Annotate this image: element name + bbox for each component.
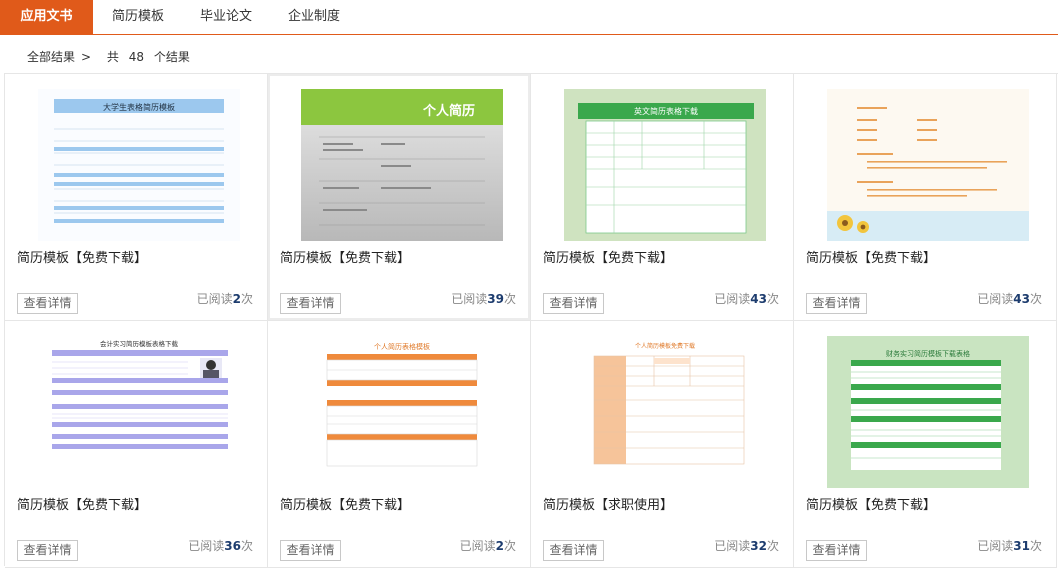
result-suffix: 个结果 xyxy=(153,50,190,64)
read-count: 已阅读43次 xyxy=(977,292,1042,306)
read-count: 已阅读2次 xyxy=(196,292,253,306)
thumb-title: 个人简历模板免费下载 xyxy=(635,342,695,350)
card-title[interactable]: 简历模板【免费下载】 xyxy=(17,247,147,266)
thumb-title: 大学生表格简历模板 xyxy=(103,102,175,112)
tab-graduation-thesis[interactable]: 毕业论文 xyxy=(188,0,264,34)
card-title[interactable]: 简历模板【免费下载】 xyxy=(280,494,410,513)
card-title[interactable]: 简历模板【免费下载】 xyxy=(17,494,147,513)
view-details-button[interactable]: 查看详情 xyxy=(806,540,867,561)
card-title[interactable]: 简历模板【免费下载】 xyxy=(280,247,410,266)
thumbnail[interactable]: 大学生表格简历模板 xyxy=(38,89,240,241)
card-title[interactable]: 简历模板【免费下载】 xyxy=(806,247,936,266)
result-card[interactable]: 会计实习简历模板表格下载 简历模板【免费下载】 查看详情 已阅读36次 xyxy=(5,321,268,568)
result-card[interactable]: 简历模板【免费下载】 查看详情 已阅读43次 xyxy=(794,74,1057,321)
tab-resume-templates[interactable]: 简历模板 xyxy=(100,0,176,34)
thumb-title: 个人简历表格模板 xyxy=(374,342,430,351)
view-details-button[interactable]: 查看详情 xyxy=(543,540,604,561)
results-grid: 大学生表格简历模板 简历模板【免费下载】 查看详情 已阅读2次 个人简历 简历模… xyxy=(4,73,1058,568)
breadcrumb: 全部结果 > 共 48 个结果 xyxy=(27,48,196,66)
thumbnail[interactable] xyxy=(827,89,1029,241)
thumbnail[interactable]: 个人简历模板免费下载 xyxy=(564,336,766,488)
card-title[interactable]: 简历模板【免费下载】 xyxy=(543,247,673,266)
result-card[interactable]: 个人简历表格模板 简历模板【免费下载】 查看详情 已阅读2次 xyxy=(268,321,531,568)
thumbnail[interactable]: 财务实习简历模板下载表格 xyxy=(827,336,1029,488)
tab-application-docs[interactable]: 应用文书 xyxy=(0,0,93,34)
result-card[interactable]: 个人简历模板免费下载 简历模板【求职使用】 查看详情 已阅读32次 xyxy=(531,321,794,568)
result-card[interactable]: 英文简历表格下载 简历模板【免费下载】 查看详情 已阅读43次 xyxy=(531,74,794,321)
result-prefix: 共 xyxy=(106,50,119,64)
thumb-title: 英文简历表格下载 xyxy=(634,106,698,116)
read-count: 已阅读43次 xyxy=(714,292,779,306)
result-card[interactable]: 大学生表格简历模板 简历模板【免费下载】 查看详情 已阅读2次 xyxy=(5,74,268,321)
read-count: 已阅读39次 xyxy=(451,292,516,306)
card-title[interactable]: 简历模板【求职使用】 xyxy=(543,494,673,513)
read-count: 已阅读36次 xyxy=(188,539,253,553)
read-count: 已阅读32次 xyxy=(714,539,779,553)
view-details-button[interactable]: 查看详情 xyxy=(280,540,341,561)
result-card[interactable]: 财务实习简历模板下载表格 简历模板【免费下载】 查看详情 已阅读31次 xyxy=(794,321,1057,568)
view-details-button[interactable]: 查看详情 xyxy=(17,540,78,561)
tab-company-policy[interactable]: 企业制度 xyxy=(276,0,352,34)
thumb-title: 财务实习简历模板下载表格 xyxy=(886,349,970,358)
view-details-button[interactable]: 查看详情 xyxy=(806,293,867,314)
breadcrumb-separator: > xyxy=(81,50,92,64)
read-count: 已阅读2次 xyxy=(459,539,516,553)
view-details-button[interactable]: 查看详情 xyxy=(543,293,604,314)
thumbnail[interactable]: 英文简历表格下载 xyxy=(564,89,766,241)
thumbnail[interactable]: 个人简历 xyxy=(301,89,503,241)
breadcrumb-root[interactable]: 全部结果 xyxy=(27,50,75,64)
thumbnail[interactable]: 个人简历表格模板 xyxy=(301,336,503,488)
card-title[interactable]: 简历模板【免费下载】 xyxy=(806,494,936,513)
view-details-button[interactable]: 查看详情 xyxy=(280,293,341,314)
thumb-title: 会计实习简历模板表格下载 xyxy=(100,339,179,348)
thumb-title: 个人简历 xyxy=(422,103,475,119)
result-card[interactable]: 个人简历 简历模板【免费下载】 查看详情 已阅读39次 xyxy=(268,74,531,321)
top-nav: 应用文书 简历模板 毕业论文 企业制度 xyxy=(0,0,1058,35)
thumbnail[interactable]: 会计实习简历模板表格下载 xyxy=(38,336,240,488)
read-count: 已阅读31次 xyxy=(977,539,1042,553)
view-details-button[interactable]: 查看详情 xyxy=(17,293,78,314)
result-count: 48 xyxy=(128,50,145,64)
